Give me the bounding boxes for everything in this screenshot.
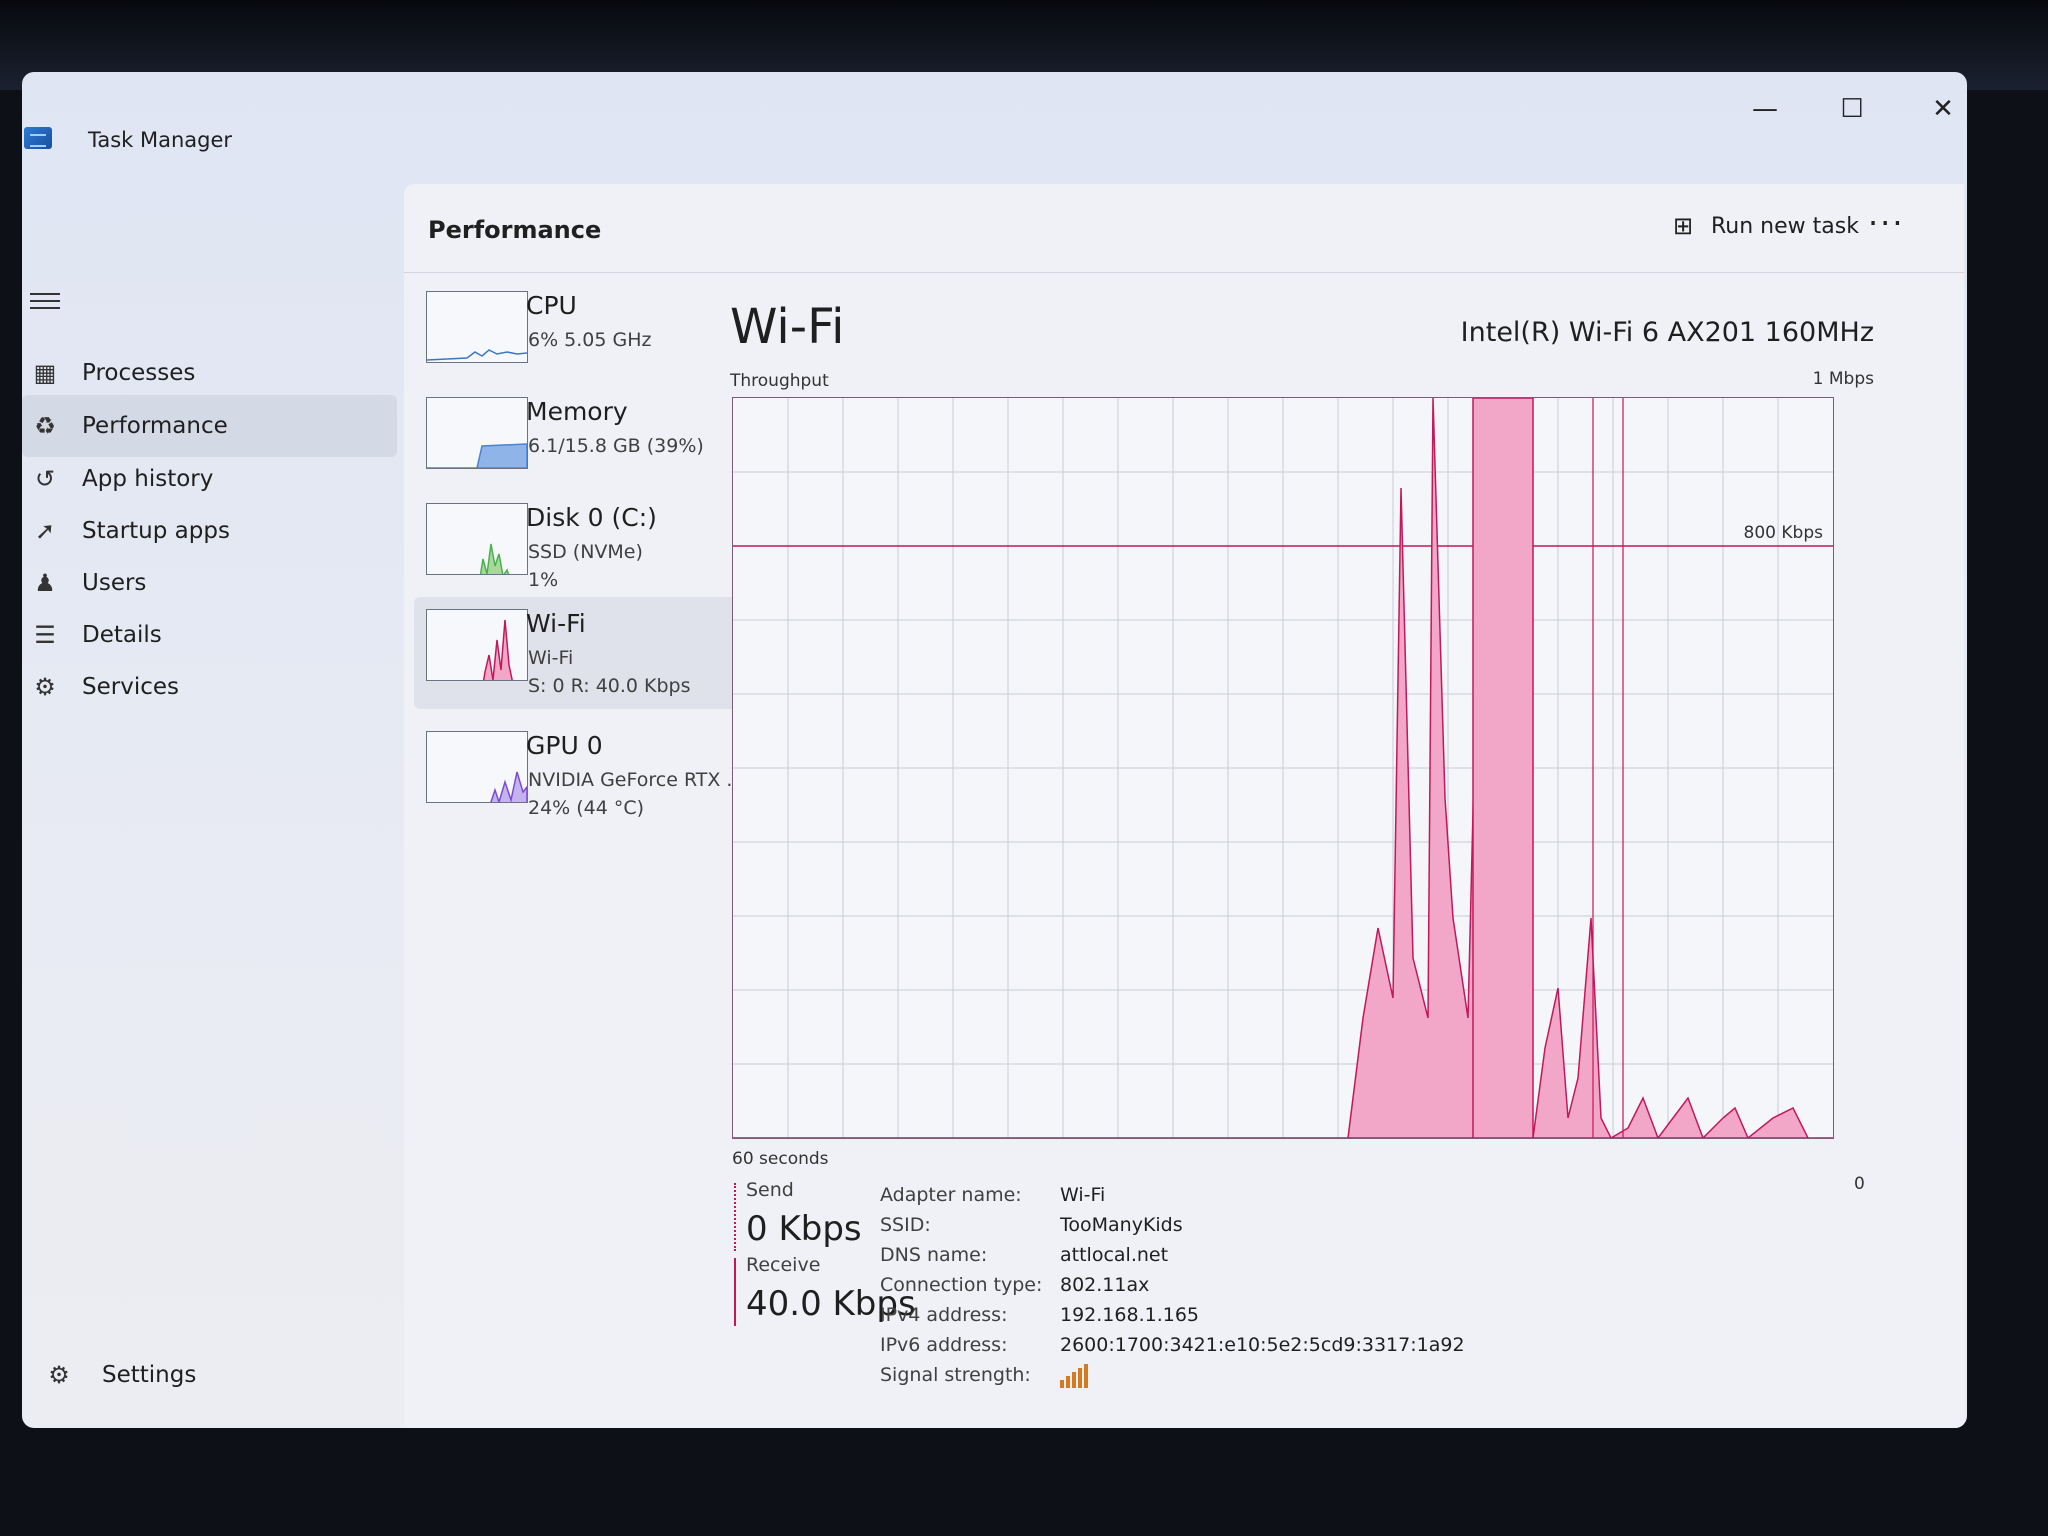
prop-value: TooManyKids [1060, 1214, 1183, 1236]
nav-item-label: Processes [82, 360, 196, 386]
tile-detail: 24% (44 °C) [528, 797, 645, 819]
minimize-icon: — [1752, 94, 1778, 124]
settings-button[interactable]: ⚙ Settings [44, 1360, 196, 1390]
tile-name: CPU [526, 291, 577, 320]
prop-key: SSID: [880, 1214, 931, 1236]
gpu-thumbnail-graph [426, 731, 528, 803]
startup-icon: ➚ [34, 517, 56, 545]
maximize-icon: ☐ [1840, 94, 1864, 124]
tile-detail: 6.1/15.8 GB (39%) [528, 435, 704, 457]
run-task-icon: ⊞ [1672, 212, 1694, 240]
tile-name: Wi-Fi [526, 609, 586, 638]
prop-key: Connection type: [880, 1274, 1043, 1296]
prop-key: IPv6 address: [880, 1334, 1008, 1356]
graph-max-label: 1 Mbps [1812, 369, 1874, 389]
tile-detail: 6% 5.05 GHz [528, 329, 652, 351]
x-axis-start-label: 60 seconds [732, 1149, 829, 1169]
receive-label: Receive [746, 1254, 821, 1276]
settings-label: Settings [102, 1362, 197, 1388]
tile-name: Disk 0 (C:) [526, 503, 657, 532]
tile-wifi[interactable]: Wi-Fi Wi-Fi S: 0 R: 40.0 Kbps [414, 597, 764, 709]
nav-item-services[interactable]: ⚙ Services [22, 656, 397, 718]
navigation-pane: ▦ Processes ♻ Performance ↺ App history … [22, 192, 402, 1422]
task-manager-app-icon [24, 127, 52, 149]
prop-value: Wi-Fi [1060, 1184, 1106, 1206]
x-axis-end-label: 0 [1854, 1174, 1865, 1194]
cpu-thumbnail-graph [426, 291, 528, 363]
details-icon: ☰ [34, 621, 56, 649]
tile-name: GPU 0 [526, 731, 603, 760]
maximize-button[interactable]: ☐ [1829, 86, 1875, 132]
tile-name: Memory [526, 397, 628, 426]
tile-detail: Wi-Fi [528, 647, 574, 669]
throughput-label: Throughput [730, 371, 829, 391]
nav-item-label: Performance [82, 413, 228, 439]
wifi-detail-view: Wi-Fi Intel(R) Wi-Fi 6 AX201 160MHz Thro… [714, 279, 1964, 1428]
receive-indicator [734, 1258, 736, 1326]
memory-thumbnail-graph [426, 397, 528, 469]
adapter-description: Intel(R) Wi-Fi 6 AX201 160MHz [1460, 317, 1874, 348]
send-label: Send [746, 1179, 794, 1201]
prop-value: 802.11ax [1060, 1274, 1150, 1296]
tile-detail: SSD (NVMe) [528, 541, 643, 563]
send-value: 0 Kbps [746, 1209, 862, 1249]
tile-gpu[interactable]: GPU 0 NVIDIA GeForce RTX ... 24% (44 °C) [414, 719, 764, 831]
close-icon: ✕ [1932, 94, 1954, 124]
prop-value: 2600:1700:3421:e10:5e2:5cd9:3317:1a92 [1060, 1334, 1465, 1356]
signal-strength-icon [1060, 1364, 1088, 1388]
tile-memory[interactable]: Memory 6.1/15.8 GB (39%) [414, 385, 764, 497]
throughput-graph: 800 Kbps [732, 397, 1834, 1141]
nav-item-label: Startup apps [82, 518, 230, 544]
processes-icon: ▦ [33, 359, 57, 387]
gear-icon: ⚙ [48, 1361, 70, 1389]
tile-detail: NVIDIA GeForce RTX ... [528, 769, 745, 791]
nav-item-label: App history [82, 466, 214, 492]
send-indicator [734, 1183, 738, 1251]
prop-key: DNS name: [880, 1244, 988, 1266]
resource-title: Wi-Fi [730, 299, 845, 355]
tile-cpu[interactable]: CPU 6% 5.05 GHz [414, 279, 764, 391]
disk-thumbnail-graph [426, 503, 528, 575]
nav-item-label: Details [82, 622, 162, 648]
nav-item-label: Users [82, 570, 147, 596]
run-new-task-button[interactable]: ⊞ Run new task [1669, 204, 1859, 248]
prop-value: 192.168.1.165 [1060, 1304, 1200, 1326]
prop-value: attlocal.net [1060, 1244, 1169, 1266]
close-button[interactable]: ✕ [1920, 86, 1966, 132]
window-title: Task Manager [88, 128, 233, 152]
task-manager-window: Task Manager — ☐ ✕ ▦ Processes ♻ Perform… [22, 72, 1967, 1428]
hamburger-menu-button[interactable] [30, 288, 60, 316]
content-header: Performance ⊞ Run new task ··· [404, 184, 1964, 273]
minimize-button[interactable]: — [1742, 86, 1788, 132]
tile-detail: S: 0 R: 40.0 Kbps [528, 675, 691, 697]
prop-key: Adapter name: [880, 1184, 1022, 1206]
reference-line-label: 800 Kbps [1744, 523, 1824, 543]
history-icon: ↺ [34, 465, 56, 493]
tile-disk[interactable]: Disk 0 (C:) SSD (NVMe) 1% [414, 491, 764, 603]
prop-key: Signal strength: [880, 1364, 1031, 1386]
services-icon: ⚙ [34, 673, 56, 701]
tile-detail: 1% [528, 569, 559, 591]
performance-icon: ♻ [34, 412, 56, 440]
nav-item-label: Services [82, 674, 179, 700]
run-new-task-label: Run new task [1711, 213, 1859, 239]
title-bar: Task Manager — ☐ ✕ [22, 72, 1967, 152]
more-options-button[interactable]: ··· [1868, 204, 1905, 242]
users-icon: ♟ [34, 569, 56, 597]
prop-key: IPv4 address: [880, 1304, 1008, 1326]
page-title: Performance [428, 216, 602, 244]
wifi-thumbnail-graph [426, 609, 528, 681]
performance-panel: Performance ⊞ Run new task ··· CPU 6% 5.… [404, 184, 1964, 1428]
